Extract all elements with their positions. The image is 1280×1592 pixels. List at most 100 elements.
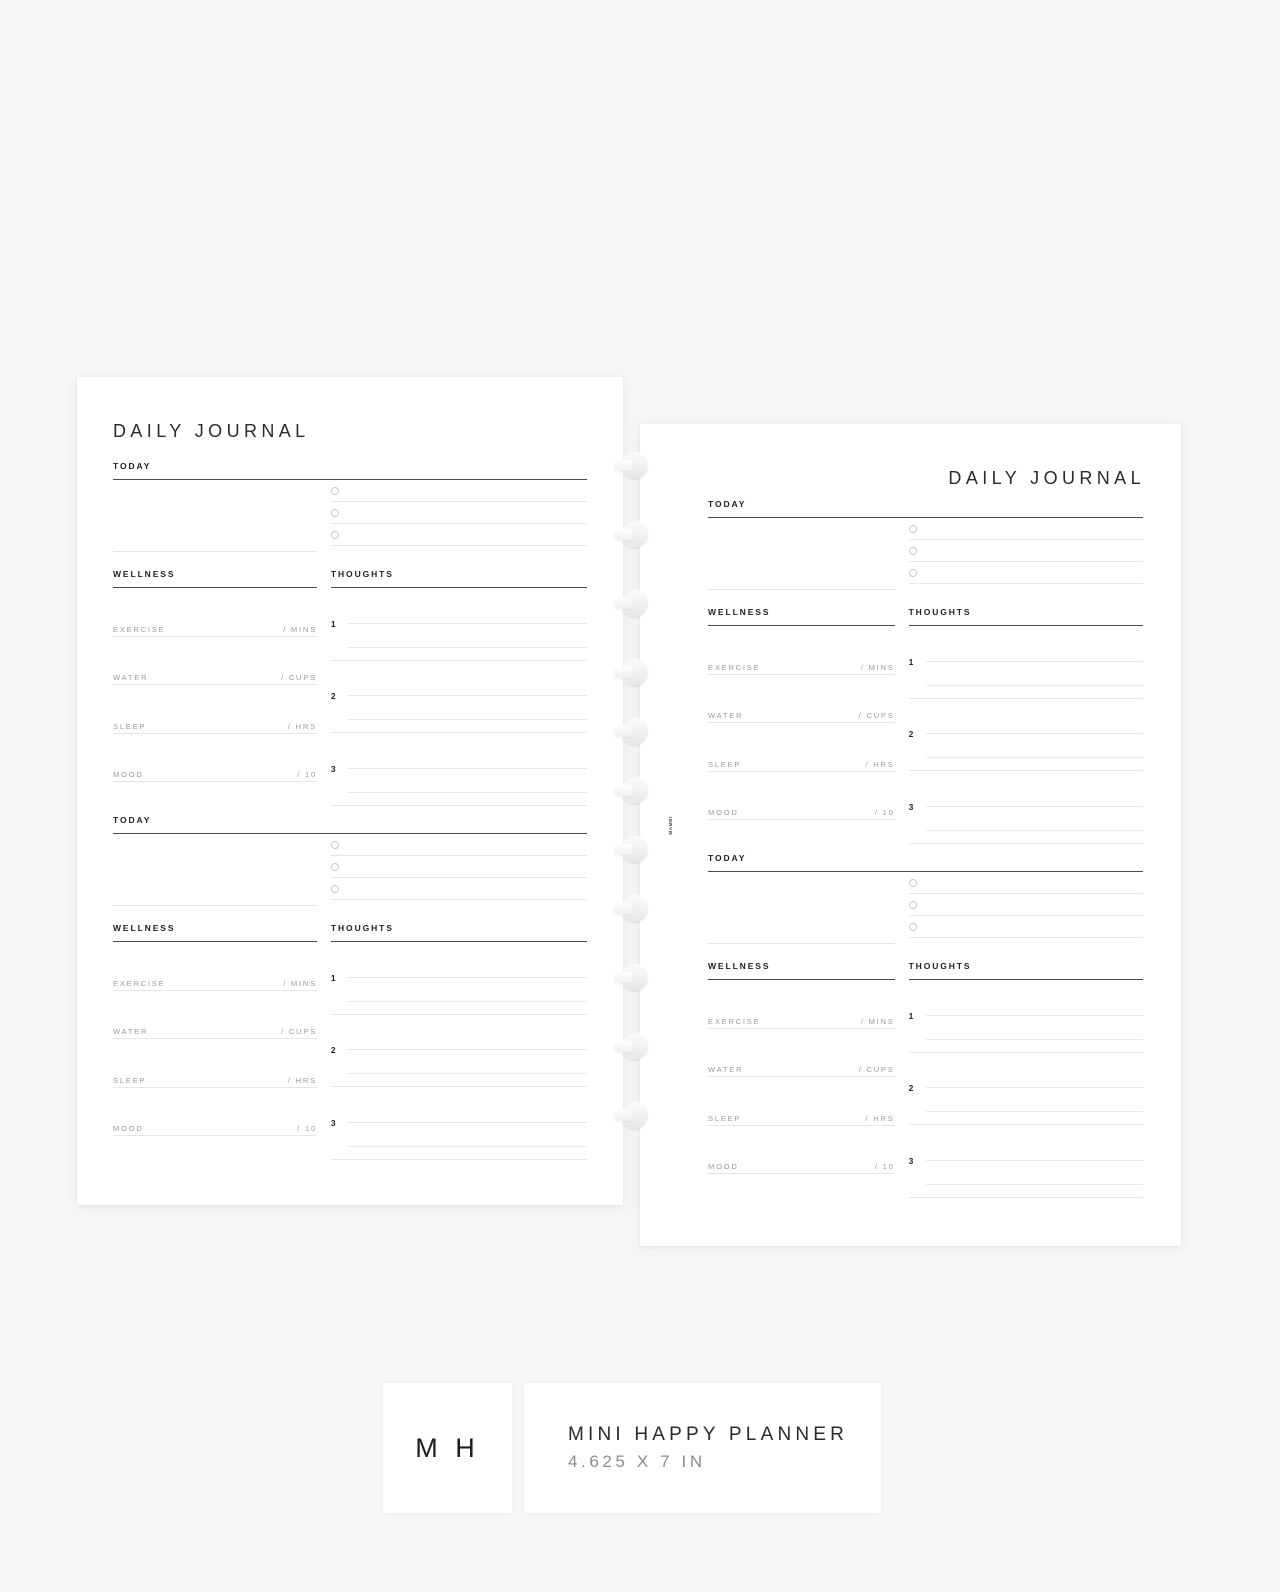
circle-checkbox-icon[interactable] (908, 568, 917, 577)
circle-checkbox-icon[interactable] (330, 530, 339, 539)
list-item[interactable] (330, 834, 587, 856)
wellness-row-sleep[interactable]: SLEEP / HRS (113, 685, 317, 734)
wellness-row-mood[interactable]: MOOD / 10 (113, 734, 317, 782)
thought-entry[interactable]: 2 (330, 1015, 587, 1087)
thoughts-heading: THOUGHTS (908, 607, 972, 617)
screenshot-canvas: DAILY JOURNAL TODAY WELLNESS EXERCISE / … (0, 0, 1280, 1592)
wellness-label: SLEEP (113, 1075, 147, 1085)
brand-logo-box: M H (383, 1383, 512, 1513)
thought-write-lines[interactable] (925, 783, 1143, 831)
thought-number: 2 (330, 1045, 336, 1056)
two-column-row: WELLNESS EXERCISE / MINS WATER / CUPS SL… (708, 961, 1143, 1198)
wellness-label: EXERCISE (113, 978, 166, 988)
wellness-row-exercise[interactable]: EXERCISE / MINS (708, 980, 895, 1029)
thought-write-lines[interactable] (925, 1064, 1143, 1113)
list-item[interactable] (908, 540, 1143, 562)
wellness-unit: / MINS (283, 624, 317, 634)
thought-write-lines[interactable] (347, 1026, 587, 1075)
wellness-row-water[interactable]: WATER / CUPS (708, 1029, 895, 1077)
wellness-unit: / HRS (287, 1075, 317, 1085)
today-note-area[interactable] (708, 518, 902, 590)
circle-checkbox-icon[interactable] (330, 508, 339, 517)
two-column-row: WELLNESS EXERCISE / MINS WATER / CUPS SL… (113, 569, 587, 806)
list-item[interactable] (330, 524, 587, 546)
wellness-label: MOOD (708, 1162, 739, 1171)
today-body (113, 834, 587, 906)
thought-write-lines[interactable] (347, 600, 587, 648)
thought-write-lines[interactable] (925, 1137, 1143, 1185)
list-item[interactable] (330, 856, 587, 878)
thought-write-lines[interactable] (347, 1099, 587, 1147)
wellness-row-exercise[interactable]: EXERCISE / MINS (708, 626, 895, 675)
circle-checkbox-icon[interactable] (908, 878, 917, 887)
page-watermark-right: MAMBI (668, 816, 673, 835)
wellness-unit: / 10 (874, 808, 895, 817)
wellness-row-exercise[interactable]: EXERCISE / MINS (113, 942, 317, 991)
wellness-unit: / CUPS (281, 673, 317, 682)
list-item[interactable] (908, 518, 1143, 540)
circle-checkbox-icon[interactable] (330, 486, 339, 495)
thought-entry[interactable]: 3 (330, 733, 587, 806)
thought-entry[interactable]: 1 (908, 626, 1143, 699)
wellness-column: WELLNESS EXERCISE / MINS WATER / CUPS SL… (113, 569, 324, 806)
thought-entry[interactable]: 2 (330, 661, 587, 733)
circle-checkbox-icon[interactable] (908, 900, 917, 909)
thought-entry[interactable]: 2 (908, 699, 1143, 771)
wellness-row-sleep[interactable]: SLEEP / HRS (113, 1039, 317, 1088)
thought-number: 3 (908, 801, 914, 812)
thought-entry[interactable]: 3 (908, 1125, 1143, 1198)
today-block-right-2: TODAY (708, 853, 1143, 944)
list-item[interactable] (908, 562, 1143, 584)
circle-checkbox-icon[interactable] (330, 840, 339, 849)
brand-logo-text: M H (415, 1432, 480, 1463)
circle-checkbox-icon[interactable] (908, 546, 917, 555)
wellness-row-mood[interactable]: MOOD / 10 (113, 1088, 317, 1136)
today-note-area[interactable] (708, 872, 902, 944)
thought-write-lines[interactable] (925, 992, 1143, 1040)
today-body (708, 872, 1143, 944)
list-item[interactable] (908, 916, 1143, 938)
thought-entry[interactable]: 3 (908, 771, 1143, 844)
thought-write-lines[interactable] (347, 672, 587, 721)
thought-number: 3 (330, 763, 336, 774)
today-note-area[interactable] (113, 480, 324, 552)
thought-write-lines[interactable] (347, 745, 587, 793)
list-item[interactable] (908, 872, 1143, 894)
thoughts-column: THOUGHTS 1 2 3 (324, 569, 587, 806)
list-item[interactable] (330, 878, 587, 900)
today-note-area[interactable] (113, 834, 324, 906)
circle-checkbox-icon[interactable] (330, 862, 339, 871)
thought-write-lines[interactable] (925, 638, 1143, 686)
wellness-row-exercise[interactable]: EXERCISE / MINS (113, 588, 317, 637)
list-item[interactable] (330, 502, 587, 524)
planner-page-left: DAILY JOURNAL TODAY WELLNESS EXERCISE / … (77, 377, 657, 1205)
thought-entry[interactable]: 2 (908, 1053, 1143, 1125)
wellness-label: MOOD (113, 1124, 144, 1133)
thought-write-lines[interactable] (347, 954, 587, 1002)
thoughts-heading: THOUGHTS (908, 961, 972, 971)
circle-checkbox-icon[interactable] (908, 524, 917, 533)
thought-entry[interactable]: 1 (330, 942, 587, 1015)
thought-entry[interactable]: 3 (330, 1087, 587, 1160)
thought-number: 1 (908, 1010, 914, 1021)
wellness-row-water[interactable]: WATER / CUPS (113, 637, 317, 685)
today-heading: TODAY (708, 853, 747, 863)
wellness-row-sleep[interactable]: SLEEP / HRS (708, 723, 895, 772)
thought-write-lines[interactable] (925, 710, 1143, 759)
wellness-row-water[interactable]: WATER / CUPS (113, 991, 317, 1039)
wellness-row-mood[interactable]: MOOD / 10 (708, 772, 895, 820)
wellness-unit: / MINS (860, 1016, 895, 1026)
today-body (113, 480, 587, 552)
wellness-row-sleep[interactable]: SLEEP / HRS (708, 1077, 895, 1126)
list-item[interactable] (908, 894, 1143, 916)
wellness-row-mood[interactable]: MOOD / 10 (708, 1126, 895, 1174)
today-note-baseline (113, 905, 317, 906)
circle-checkbox-icon[interactable] (330, 884, 339, 893)
list-item[interactable] (330, 480, 587, 502)
circle-checkbox-icon[interactable] (908, 922, 917, 931)
page-title-left: DAILY JOURNAL (113, 421, 310, 441)
thought-entry[interactable]: 1 (330, 588, 587, 661)
wellness-row-water[interactable]: WATER / CUPS (708, 675, 895, 723)
today-heading: TODAY (113, 815, 152, 825)
thought-entry[interactable]: 1 (908, 980, 1143, 1053)
